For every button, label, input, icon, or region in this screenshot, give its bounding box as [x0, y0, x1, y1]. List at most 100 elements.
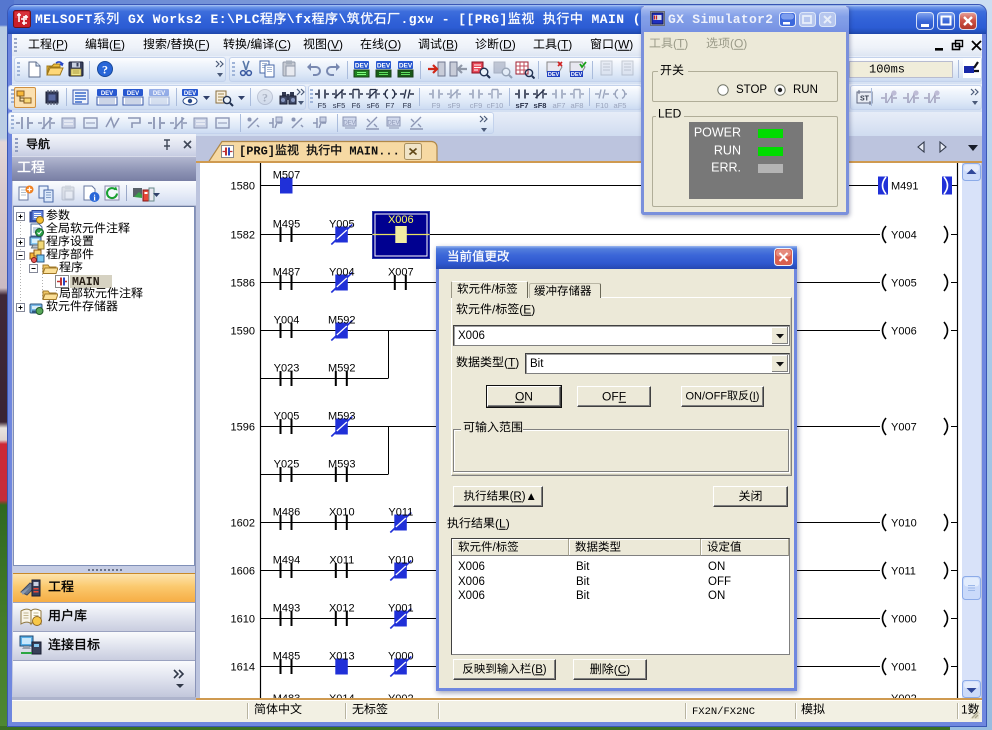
svg-text:): ): [287, 37, 291, 51]
svg-text:Y000: Y000: [388, 651, 414, 663]
svg-text:Y010: Y010: [891, 518, 917, 530]
svg-text:X013: X013: [329, 651, 355, 663]
svg-text:): ): [629, 37, 633, 51]
svg-text:1596: 1596: [231, 422, 255, 434]
svg-text:M487: M487: [273, 267, 301, 279]
svg-text:1614: 1614: [231, 662, 255, 674]
svg-text:Y007: Y007: [891, 422, 917, 434]
svg-text:): ): [515, 355, 519, 369]
svg-text:O: O: [388, 37, 397, 51]
svg-text:Y005: Y005: [274, 411, 300, 423]
svg-text:LED: LED: [658, 106, 682, 120]
svg-text:X006: X006: [458, 575, 485, 587]
svg-text:N: N: [524, 389, 533, 403]
svg-text:): ): [512, 37, 516, 51]
svg-text:): ): [506, 516, 510, 530]
svg-text:aF7: aF7: [553, 101, 566, 109]
svg-text:M485: M485: [273, 651, 301, 663]
svg-text:M493: M493: [273, 603, 301, 615]
svg-text:RUN: RUN: [793, 84, 818, 96]
svg-text:Y010: Y010: [388, 555, 414, 567]
svg-text:aF5: aF5: [614, 101, 627, 109]
svg-text:ON: ON: [708, 561, 725, 573]
svg-text:DEV: DEV: [184, 91, 196, 97]
svg-text:Y005: Y005: [891, 278, 917, 290]
svg-text:M495: M495: [273, 219, 301, 231]
svg-text:MAIN...: MAIN...: [342, 144, 400, 158]
svg-text:MELSOFT: MELSOFT: [35, 12, 93, 27]
svg-text:1: 1: [961, 702, 968, 716]
svg-text:ON: ON: [708, 590, 725, 602]
svg-text:Y004: Y004: [274, 315, 300, 327]
svg-text:GX Simulator2: GX Simulator2: [668, 12, 773, 27]
svg-text:ST: ST: [860, 96, 870, 103]
svg-text:X006: X006: [458, 561, 485, 573]
svg-text:FX2N/FX2NC: FX2N/FX2NC: [692, 706, 755, 718]
svg-text:X006: X006: [458, 329, 485, 341]
svg-text:X010: X010: [329, 507, 355, 519]
svg-text:): ): [756, 391, 760, 403]
svg-text:DEV: DEV: [377, 63, 391, 70]
svg-text:Y000: Y000: [891, 614, 917, 626]
svg-text:F8: F8: [403, 101, 412, 109]
svg-text:M507: M507: [273, 170, 301, 182]
svg-text:/: /: [492, 284, 496, 296]
svg-text:cF9: cF9: [470, 101, 483, 109]
svg-text:DEV: DEV: [343, 121, 355, 127]
svg-text:[PRG]: [PRG]: [239, 144, 275, 158]
svg-text:RUN: RUN: [714, 143, 741, 157]
svg-text:F6: F6: [352, 101, 361, 109]
svg-text:M593: M593: [328, 459, 356, 471]
svg-text:Y001: Y001: [388, 603, 414, 615]
svg-text:Y025: Y025: [274, 459, 300, 471]
svg-text:)▲: )▲: [522, 491, 537, 503]
svg-text:): ): [684, 36, 688, 50]
svg-text:O: O: [515, 389, 524, 403]
svg-text:POWER: POWER: [694, 126, 741, 140]
svg-text:): ): [743, 36, 747, 50]
svg-text:?: ?: [102, 63, 108, 77]
svg-text:\fx: \fx: [287, 12, 312, 27]
svg-text:X011: X011: [329, 555, 354, 567]
svg-text:1582: 1582: [231, 230, 255, 242]
svg-text:X006: X006: [458, 590, 485, 602]
svg-text:X007: X007: [388, 267, 414, 279]
svg-text:): ): [531, 302, 535, 316]
svg-text:1586: 1586: [231, 278, 255, 290]
svg-text:Y005: Y005: [329, 219, 355, 231]
svg-text:?: ?: [262, 91, 268, 105]
svg-text:sF6: sF6: [367, 101, 380, 109]
svg-text:E: E: [113, 37, 121, 51]
svg-text:Bit: Bit: [576, 590, 590, 602]
svg-text:DEV: DEV: [548, 72, 560, 78]
svg-text:C: C: [278, 37, 287, 51]
svg-text:1606: 1606: [231, 566, 255, 578]
svg-text:Y023: Y023: [274, 363, 300, 375]
svg-text:DEV: DEV: [127, 91, 139, 97]
svg-text:/: /: [493, 542, 497, 554]
svg-text:ERR.: ERR.: [711, 161, 741, 175]
svg-text:Y006: Y006: [891, 326, 917, 338]
svg-text:DEV: DEV: [399, 63, 413, 70]
svg-text:F5: F5: [318, 101, 327, 109]
svg-text:GX Works2 E:\PLC: GX Works2 E:\PLC: [120, 12, 260, 27]
svg-text:M592: M592: [328, 363, 356, 375]
svg-text:/: /: [247, 37, 251, 51]
svg-text:Bit: Bit: [530, 357, 544, 369]
svg-text:sF5: sF5: [333, 101, 346, 109]
svg-text:): ): [121, 37, 125, 51]
svg-text:M494: M494: [273, 555, 301, 567]
svg-text:F: F: [198, 37, 205, 51]
svg-text:X006: X006: [388, 214, 414, 226]
svg-text:sF8: sF8: [534, 101, 547, 109]
svg-text:Y004: Y004: [329, 267, 355, 279]
svg-text:DEV: DEV: [355, 63, 369, 70]
svg-text:1610: 1610: [231, 614, 255, 626]
svg-text:DEV: DEV: [387, 121, 399, 127]
svg-text:sF9: sF9: [448, 101, 461, 109]
svg-text:Y001: Y001: [891, 662, 917, 674]
svg-text:Bit: Bit: [576, 575, 590, 587]
svg-text:DEV: DEV: [571, 72, 583, 78]
svg-text:aF8: aF8: [571, 101, 584, 109]
svg-text:D: D: [503, 37, 512, 51]
